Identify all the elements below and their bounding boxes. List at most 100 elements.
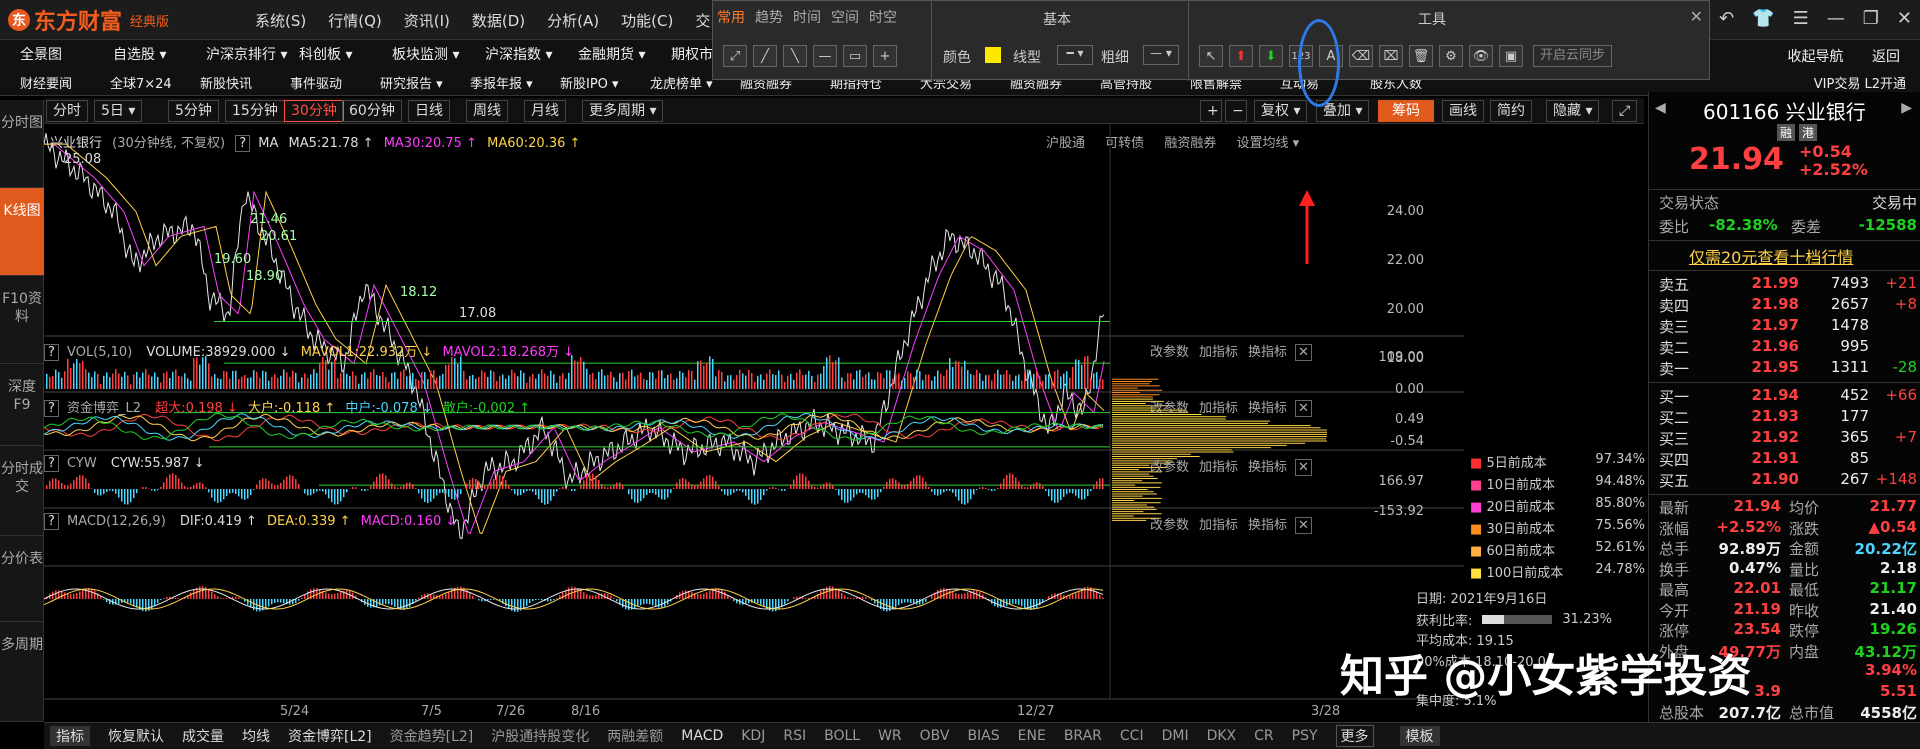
diagonal-icon[interactable]: ╲ xyxy=(783,45,807,67)
nav-item[interactable]: 新股IPO ▾ xyxy=(560,73,650,92)
menu-item[interactable]: 交 xyxy=(695,10,710,31)
swap-indicator-link[interactable]: 换指标 xyxy=(1248,518,1287,533)
zoom-in-icon[interactable]: + xyxy=(1200,100,1222,122)
add-indicator-link[interactable]: 加指标 xyxy=(1199,345,1238,360)
tab-ene[interactable]: ENE xyxy=(1018,728,1046,744)
nav-item[interactable]: 金融期货 ▾ xyxy=(578,44,671,64)
restore-rights-select[interactable]: 复权 ▾ xyxy=(1254,100,1308,122)
tab-cr[interactable]: CR xyxy=(1254,728,1274,744)
period-more[interactable]: 更多周期 ▾ xyxy=(582,100,664,122)
swap-indicator-link[interactable]: 换指标 xyxy=(1248,345,1287,360)
tab-dmi[interactable]: DMI xyxy=(1162,728,1189,744)
menu-icon[interactable]: ☰ xyxy=(1793,8,1809,29)
left-nav-ticks[interactable]: 分时成交 xyxy=(0,446,44,536)
left-nav-multiperiod[interactable]: 多周期 xyxy=(0,622,44,722)
help-icon[interactable]: ? xyxy=(44,400,59,417)
nav-item[interactable]: 板块监测 ▾ xyxy=(392,44,485,64)
menu-item[interactable]: 行情(Q) xyxy=(328,10,382,31)
period-weekly[interactable]: 周线 xyxy=(466,100,508,122)
template-button[interactable]: 模板 xyxy=(1399,726,1440,746)
return-link[interactable]: 返回 xyxy=(1872,49,1900,65)
nav-item[interactable]: 沪深指数 ▾ xyxy=(485,44,578,64)
tab-trend[interactable]: 趋势 xyxy=(755,7,783,27)
minimize-icon[interactable]: — xyxy=(1827,8,1845,29)
trash-icon[interactable]: 🗑 xyxy=(1409,45,1433,67)
period-5day[interactable]: 5日 ▾ xyxy=(94,100,143,122)
eye-icon[interactable]: 👁 xyxy=(1469,45,1493,67)
swap-indicator-link[interactable]: 换指标 xyxy=(1248,401,1287,416)
swap-indicator-link[interactable]: 换指标 xyxy=(1248,460,1287,475)
line-segment-icon[interactable]: ╱ xyxy=(753,45,777,67)
prev-stock-icon[interactable]: ◀ xyxy=(1655,100,1666,116)
help-icon[interactable]: ? xyxy=(44,455,59,472)
close-icon[interactable]: ✕ xyxy=(1295,459,1312,476)
simple-button[interactable]: 简约 xyxy=(1490,100,1532,122)
tab-restore-default[interactable]: 恢复默认 xyxy=(108,726,164,746)
shirt-icon[interactable]: 👕 xyxy=(1752,8,1774,29)
tab-brar[interactable]: BRAR xyxy=(1064,728,1102,744)
nav-item[interactable]: 科创板 ▾ xyxy=(299,44,392,64)
close-icon[interactable]: ✕ xyxy=(1295,517,1312,534)
next-stock-icon[interactable]: ▶ xyxy=(1901,100,1912,116)
tab-more[interactable]: 更多 xyxy=(1335,725,1374,747)
nav-item[interactable]: 全景图 xyxy=(20,44,113,64)
add-indicator-link[interactable]: 加指标 xyxy=(1199,401,1238,416)
draw-line-button[interactable]: 画线 xyxy=(1442,100,1484,122)
thickness-select[interactable]: — ▾ xyxy=(1143,45,1179,65)
menu-item[interactable]: 分析(A) xyxy=(547,10,599,31)
period-30min[interactable]: 30分钟 xyxy=(284,100,344,122)
period-timeshare[interactable]: 分时 xyxy=(46,100,88,122)
edit-params-link[interactable]: 改参数 xyxy=(1150,518,1189,533)
rect-icon[interactable]: ▭ xyxy=(843,45,867,67)
tab-obv[interactable]: OBV xyxy=(920,728,950,744)
tab-ma[interactable]: 均线 xyxy=(242,726,270,746)
chips-button[interactable]: 筹码 xyxy=(1378,100,1434,122)
menu-item[interactable]: 数据(D) xyxy=(472,10,525,31)
tab-space[interactable]: 空间 xyxy=(831,7,859,27)
tab-common[interactable]: 常用 xyxy=(717,7,745,27)
left-nav-depth[interactable]: 深度F9 xyxy=(0,364,44,446)
menu-item[interactable]: 系统(S) xyxy=(255,10,306,31)
period-15min[interactable]: 15分钟 xyxy=(225,100,285,122)
color-swatch[interactable] xyxy=(985,47,1001,63)
gear-icon[interactable]: ⚙ xyxy=(1439,45,1463,67)
edit-params-link[interactable]: 改参数 xyxy=(1150,401,1189,416)
tab-bias[interactable]: BIAS xyxy=(967,728,999,744)
period-daily[interactable]: 日线 xyxy=(408,100,450,122)
hide-select[interactable]: 隐藏 ▾ xyxy=(1546,100,1600,122)
collapse-nav-link[interactable]: 收起导航 xyxy=(1788,49,1844,65)
tab-hk-holding[interactable]: 沪股通持股变化 xyxy=(491,726,589,746)
erase-all-icon[interactable]: ⌧ xyxy=(1379,45,1403,67)
tab-volume[interactable]: 成交量 xyxy=(182,726,224,746)
close-icon[interactable]: ✕ xyxy=(1690,7,1703,26)
close-icon[interactable]: ✕ xyxy=(1295,344,1312,361)
add-indicator-link[interactable]: 加指标 xyxy=(1199,518,1238,533)
left-nav-kline[interactable]: K线图 xyxy=(0,188,44,276)
edit-params-link[interactable]: 改参数 xyxy=(1150,345,1189,360)
arrow-up-icon[interactable]: ⬆ xyxy=(1229,45,1253,67)
tab-margin-diff[interactable]: 两融差额 xyxy=(607,726,663,746)
promo-link[interactable]: 仅需20元查看十档行情 xyxy=(1689,244,1853,268)
menu-item[interactable]: 功能(C) xyxy=(621,10,673,31)
nav-item[interactable]: 季报年报 ▾ xyxy=(470,73,560,92)
left-nav-f10[interactable]: F10资料 xyxy=(0,276,44,364)
tab-boll[interactable]: BOLL xyxy=(824,728,860,744)
period-5min[interactable]: 5分钟 xyxy=(168,100,219,122)
help-icon[interactable]: ? xyxy=(44,344,59,361)
tab-fund-trend[interactable]: 资金趋势[L2] xyxy=(390,726,474,746)
help-icon[interactable]: ? xyxy=(44,513,59,530)
tab-time[interactable]: 时间 xyxy=(793,7,821,27)
nav-item[interactable]: 事件驱动 xyxy=(290,73,380,92)
nav-item[interactable]: 新股快讯 xyxy=(200,73,290,92)
tab-fund-game[interactable]: 资金博弈[L2] xyxy=(288,726,372,746)
tab-macd[interactable]: MACD xyxy=(681,728,723,744)
tab-psy[interactable]: PSY xyxy=(1292,728,1318,744)
left-nav-pricetable[interactable]: 分价表 xyxy=(0,536,44,622)
menu-item[interactable]: 资讯(I) xyxy=(404,10,450,31)
cursor-icon[interactable]: ↖ xyxy=(1199,45,1223,67)
vip-link[interactable]: VIP交易 L2开通 xyxy=(1814,73,1906,92)
left-nav-timeshare[interactable]: 分时图 xyxy=(0,100,44,188)
back-icon[interactable]: ↶ xyxy=(1719,8,1734,29)
tab-rsi[interactable]: RSI xyxy=(783,728,806,744)
tab-spacetime[interactable]: 时空 xyxy=(869,7,897,27)
